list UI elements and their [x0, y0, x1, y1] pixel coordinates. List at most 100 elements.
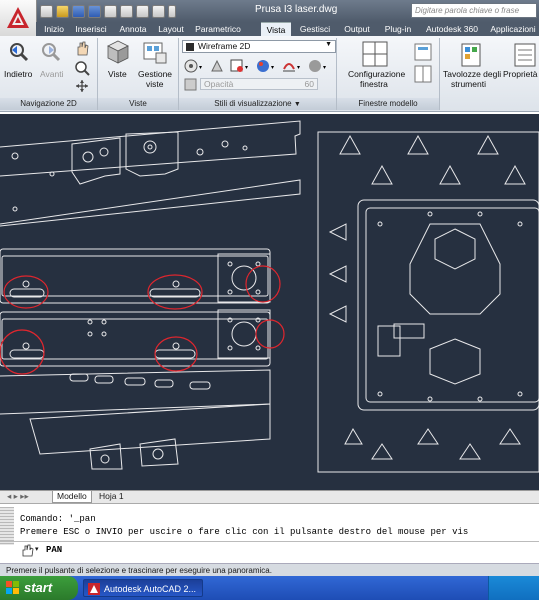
materials-icon[interactable]: ▾: [256, 59, 276, 73]
orbit-icon[interactable]: [74, 79, 90, 93]
view-manager-label-2[interactable]: viste: [146, 79, 163, 89]
ribbon: Indietro Avanti Navigazione 2D Viste Ges…: [0, 36, 539, 112]
tab-gestisci[interactable]: Gestisci: [296, 22, 334, 36]
join-viewports-icon[interactable]: [413, 64, 433, 84]
qat-dropdown-icon[interactable]: [168, 4, 176, 18]
chevron-down-icon: ▼: [325, 41, 332, 48]
svg-text:▾: ▾: [297, 65, 300, 71]
annotation-ellipse: [147, 274, 203, 310]
taskbar: [0, 576, 539, 600]
new-file-icon[interactable]: [40, 4, 53, 18]
views-label[interactable]: Viste: [108, 69, 127, 79]
panel-title-views: Viste: [98, 98, 178, 110]
print-icon[interactable]: [104, 4, 117, 18]
annotation-ellipse: [0, 329, 45, 375]
wireframe-icon: [186, 43, 194, 51]
annotation-ellipse: [245, 265, 281, 303]
command-input-row[interactable]: ▾ PAN: [0, 541, 539, 560]
tab-inserisci[interactable]: Inserisci: [72, 22, 110, 36]
tab-hoja-1[interactable]: Hoja 1: [95, 491, 128, 502]
quick-access-toolbar: [40, 3, 176, 19]
visual-style-select[interactable]: Wireframe 2D ▼: [182, 40, 336, 53]
layout-tab-bar: ◂ ▸ ▸▸ Modello Hoja 1: [0, 490, 539, 503]
tab-vista[interactable]: Vista: [261, 22, 291, 37]
view-manager-icon[interactable]: [142, 41, 168, 65]
opacity-control[interactable]: Opacità 60: [184, 78, 334, 91]
lights-icon[interactable]: ▾: [282, 59, 302, 73]
tab-annota[interactable]: Annota: [116, 22, 150, 36]
opacity-value: 60: [304, 79, 314, 89]
shadow-icon[interactable]: [210, 59, 224, 73]
viewport-config-label[interactable]: Configurazione: [348, 69, 405, 79]
autocad-icon: [88, 583, 100, 595]
bracket-part: [71, 137, 121, 185]
command-history-line: Premere ESC o INVIO per uscire o fare cl…: [20, 527, 469, 537]
taskbar-item-autocad[interactable]: Autodesk AutoCAD 2...: [83, 579, 203, 597]
tool-palettes-label[interactable]: Tavolozze degli: [443, 69, 501, 79]
autocad-logo-icon: [7, 7, 29, 28]
drawing-canvas[interactable]: [0, 114, 539, 490]
svg-text:▾: ▾: [245, 65, 248, 71]
properties-icon[interactable]: [512, 42, 538, 68]
laser-cut-drawing: [0, 120, 539, 473]
redo-icon[interactable]: [136, 4, 149, 18]
panel-title-nav2d: Navigazione 2D: [0, 98, 97, 110]
tab-parametrico[interactable]: Parametrico: [192, 22, 244, 36]
viewport-config-label-2[interactable]: finestra: [360, 79, 388, 89]
tab-layout[interactable]: Layout: [154, 22, 188, 36]
edge-effects-icon[interactable]: ▾: [230, 59, 250, 73]
svg-text:▾: ▾: [271, 65, 274, 71]
back-icon[interactable]: [8, 41, 30, 63]
panel-expand-icon: ▼: [293, 101, 301, 108]
opacity-icon: [184, 78, 197, 91]
pan-hand-icon: [22, 544, 34, 557]
ribbon-tab-row: Inizio Inserisci Annota Layout Parametri…: [36, 22, 539, 37]
tab-plug-in[interactable]: Plug-in: [381, 22, 415, 36]
tab-applicazioni[interactable]: Applicazioni: [487, 22, 539, 36]
tool-palettes-label-2[interactable]: strumenti: [451, 79, 486, 89]
tool-palettes-icon[interactable]: [458, 42, 484, 68]
views-cube-icon[interactable]: [106, 39, 130, 65]
start-button[interactable]: start: [0, 576, 78, 600]
application-menu-button[interactable]: [0, 0, 37, 37]
panel-title-visual-styles[interactable]: Stili di visualizzazione ▼: [179, 98, 336, 110]
save-as-icon[interactable]: [88, 4, 101, 18]
opacity-label: Opacità: [204, 79, 234, 89]
visual-style-tools: ▾ ▾ ▾ ▾ ▾: [184, 59, 328, 73]
tab-output[interactable]: Output: [341, 22, 373, 36]
layout-nav-arrows[interactable]: ◂ ▸ ▸▸: [3, 491, 33, 502]
tab-modello[interactable]: Modello: [52, 491, 92, 503]
undo-icon[interactable]: [120, 4, 133, 18]
xray-icon[interactable]: ▾: [184, 59, 204, 73]
status-bar: Premere il pulsante di selezione e trasc…: [0, 563, 539, 576]
visual-style-value: Wireframe 2D: [198, 41, 251, 51]
taskbar-item-label: Autodesk AutoCAD 2...: [104, 584, 197, 594]
windows-logo-icon: [6, 581, 19, 594]
command-dropdown-icon[interactable]: ▾: [35, 545, 39, 553]
save-icon[interactable]: [72, 4, 85, 18]
properties-label[interactable]: Proprietà: [503, 69, 538, 79]
back-label: Indietro: [4, 69, 33, 79]
forward-icon[interactable]: [40, 41, 62, 63]
long-rail-top: [0, 248, 271, 304]
named-viewports-icon[interactable]: [413, 42, 433, 62]
tab-autodesk-360[interactable]: Autodesk 360: [423, 22, 481, 36]
panel-title-viewports: Finestre modello: [337, 98, 439, 110]
zoom-extents-icon[interactable]: [74, 60, 90, 76]
pan-hand-icon[interactable]: [74, 40, 90, 56]
panel-title-visual-styles-label: Stili di visualizzazione: [214, 99, 292, 108]
tab-inizio[interactable]: Inizio: [40, 22, 68, 36]
command-input[interactable]: PAN: [46, 545, 62, 555]
svg-text:▾: ▾: [199, 65, 202, 71]
start-label: start: [24, 580, 53, 595]
workspace-icon[interactable]: [152, 4, 165, 18]
opacity-slider[interactable]: Opacità 60: [200, 78, 318, 90]
open-file-icon[interactable]: [56, 4, 69, 18]
command-window-grip[interactable]: [0, 507, 14, 545]
viewport-config-icon[interactable]: [361, 40, 389, 68]
view-manager-label[interactable]: Gestione: [138, 69, 172, 79]
forward-label: Avanti: [40, 69, 64, 79]
search-input[interactable]: Digitare parola chiave o frase: [411, 3, 537, 18]
environment-icon[interactable]: ▾: [308, 59, 328, 73]
document-title: Prusa I3 laser.dwg: [255, 4, 338, 15]
